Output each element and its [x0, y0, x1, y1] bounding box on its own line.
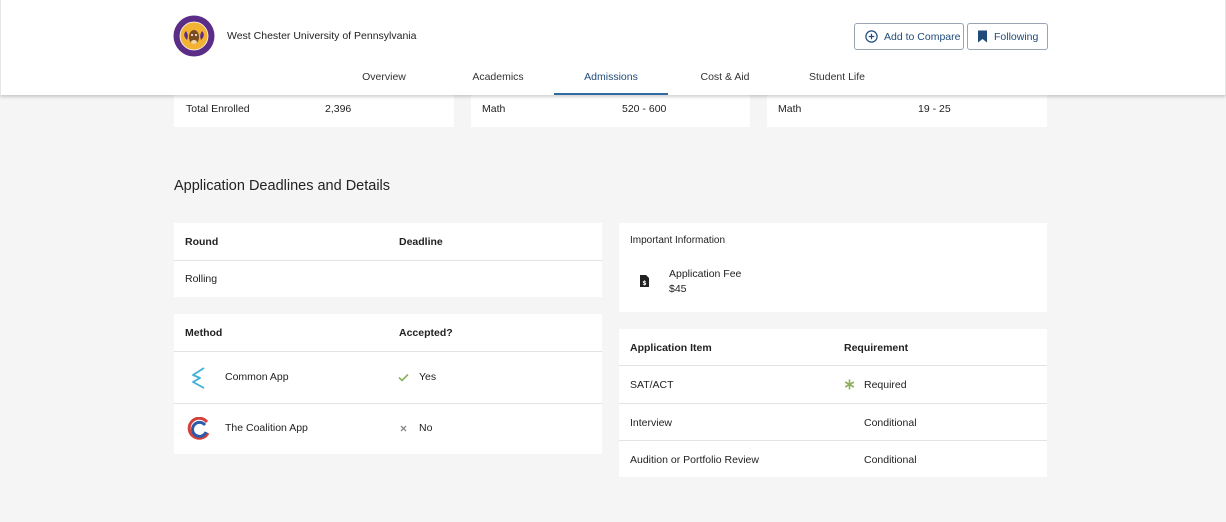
- application-fee-value: $45: [669, 283, 687, 295]
- accepted-value: Yes: [419, 371, 437, 383]
- table-divider: [174, 260, 602, 261]
- round-header: Round: [185, 236, 219, 248]
- following-button[interactable]: Following: [967, 23, 1048, 50]
- act-math-label: Math: [778, 103, 802, 115]
- method-header: Method: [185, 327, 223, 339]
- add-to-compare-label: Add to Compare: [884, 30, 961, 43]
- application-item: SAT/ACT: [630, 379, 674, 391]
- application-methods-table: Method Accepted? Common App Yes The Coal…: [174, 314, 602, 454]
- table-divider: [619, 403, 1047, 404]
- tab-overview[interactable]: Overview: [349, 62, 419, 95]
- table-divider: [619, 440, 1047, 441]
- application-item-header: Application Item: [630, 342, 712, 354]
- table-divider: [619, 365, 1047, 366]
- school-logo-icon[interactable]: [173, 15, 215, 57]
- section-tabs: Overview Academics Admissions Cost & Aid…: [1, 62, 1226, 95]
- fee-document-icon: $: [640, 275, 649, 287]
- requirements-table: Application Item Requirement SAT/ACT Req…: [619, 329, 1047, 477]
- sat-math-label: Math: [482, 103, 506, 115]
- requirement-value: Required: [864, 379, 907, 391]
- requirement-value: Conditional: [864, 454, 917, 466]
- bookmark-icon: [978, 30, 987, 43]
- method-name: The Coalition App: [225, 422, 308, 434]
- svg-text:$: $: [642, 280, 646, 287]
- tab-academics[interactable]: Academics: [462, 62, 534, 95]
- accepted-header: Accepted?: [399, 327, 453, 339]
- sat-math-value: 520 - 600: [622, 103, 667, 115]
- coalition-app-icon: [187, 417, 210, 440]
- total-enrolled-label: Total Enrolled: [186, 103, 250, 115]
- tab-admissions[interactable]: Admissions: [554, 62, 668, 95]
- application-item: Interview: [630, 417, 673, 429]
- table-divider: [174, 403, 602, 404]
- asterisk-icon: [844, 379, 855, 390]
- table-divider: [174, 351, 602, 352]
- plus-circle-icon: [865, 30, 878, 43]
- site-header: West Chester University of Pennsylvania …: [0, 0, 1226, 95]
- add-to-compare-button[interactable]: Add to Compare: [854, 23, 964, 50]
- accepted-value: No: [419, 422, 433, 434]
- deadlines-table: Round Deadline Rolling: [174, 223, 602, 297]
- total-enrolled-value: 2,396: [325, 103, 352, 115]
- application-fee-label: Application Fee: [669, 268, 742, 280]
- application-item: Audition or Portfolio Review: [630, 454, 759, 466]
- requirement-value: Conditional: [864, 417, 917, 429]
- school-name[interactable]: West Chester University of Pennsylvania: [227, 30, 416, 42]
- round-value: Rolling: [185, 273, 218, 285]
- deadline-header: Deadline: [399, 236, 443, 248]
- act-math-value: 19 - 25: [918, 103, 951, 115]
- following-label: Following: [994, 30, 1039, 43]
- x-icon: [400, 425, 407, 432]
- section-title: Application Deadlines and Details: [174, 178, 391, 194]
- important-info-card: Important Information $ Application Fee …: [619, 223, 1047, 312]
- tab-student-life[interactable]: Student Life: [801, 62, 873, 95]
- tab-cost-aid[interactable]: Cost & Aid: [691, 62, 759, 95]
- check-icon: [398, 373, 409, 382]
- important-info-title: Important Information: [630, 235, 726, 246]
- common-app-icon: [192, 367, 205, 389]
- method-name: Common App: [225, 371, 289, 383]
- requirement-header: Requirement: [844, 342, 909, 354]
